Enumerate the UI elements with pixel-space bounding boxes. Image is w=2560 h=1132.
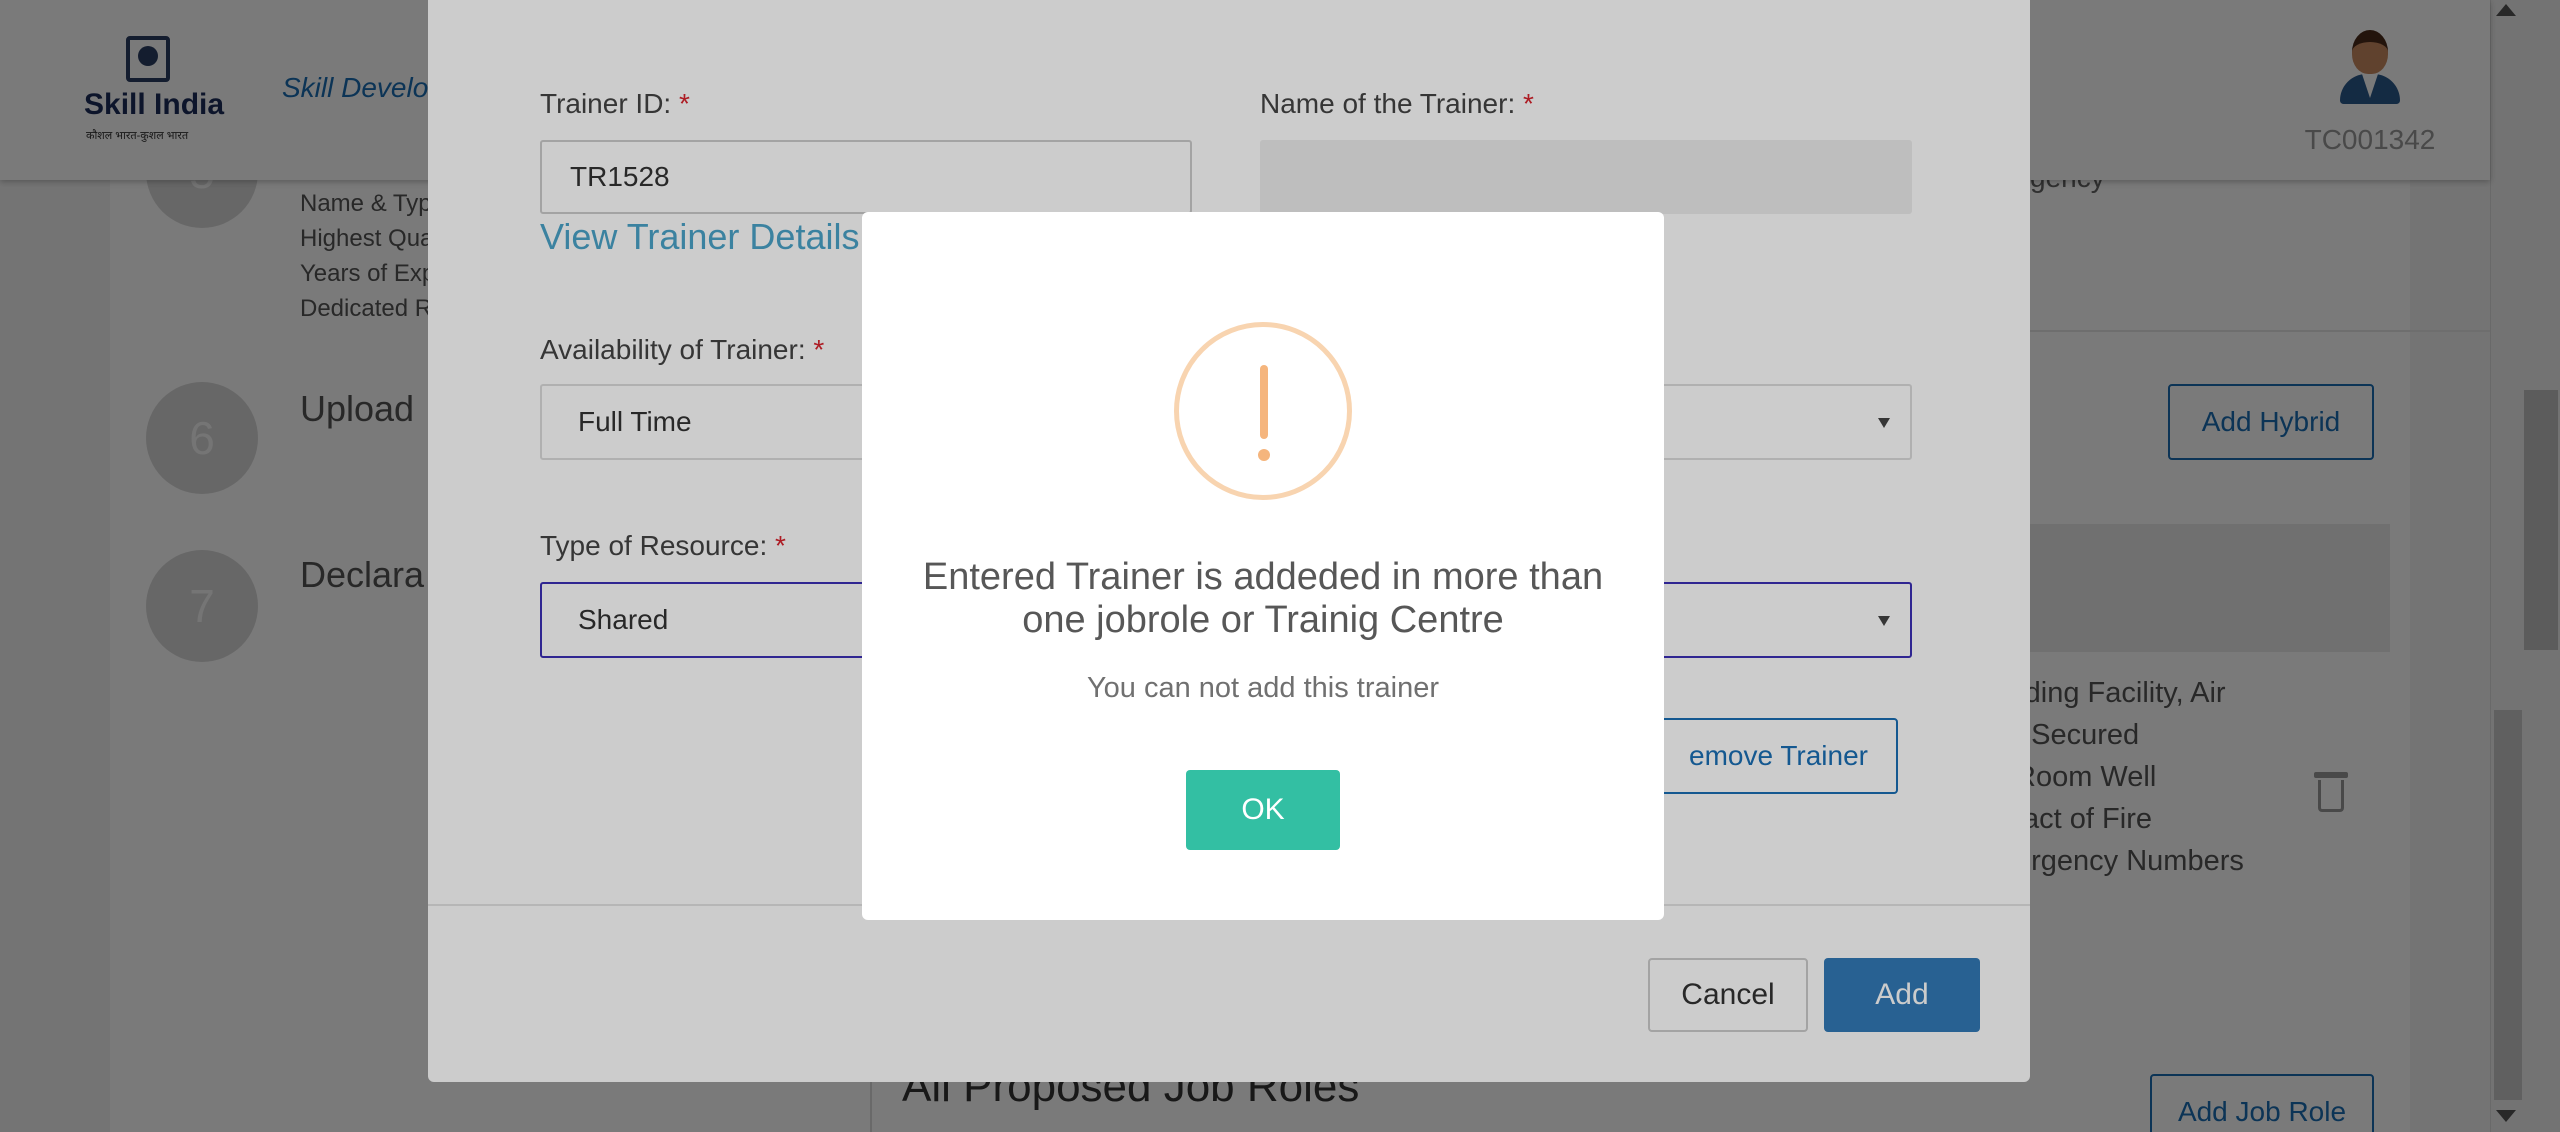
exclamation-icon <box>1174 322 1352 500</box>
alert-message: You can not add this trainer <box>1086 672 1439 704</box>
alert-title: Entered Trainer is addeded in more than … <box>922 556 1604 641</box>
exclamation-dot <box>1258 449 1270 461</box>
ok-button[interactable]: OK <box>1186 770 1340 850</box>
warning-alert-dialog: Entered Trainer is addeded in more than … <box>862 212 1664 920</box>
exclamation-bar <box>1260 365 1268 439</box>
